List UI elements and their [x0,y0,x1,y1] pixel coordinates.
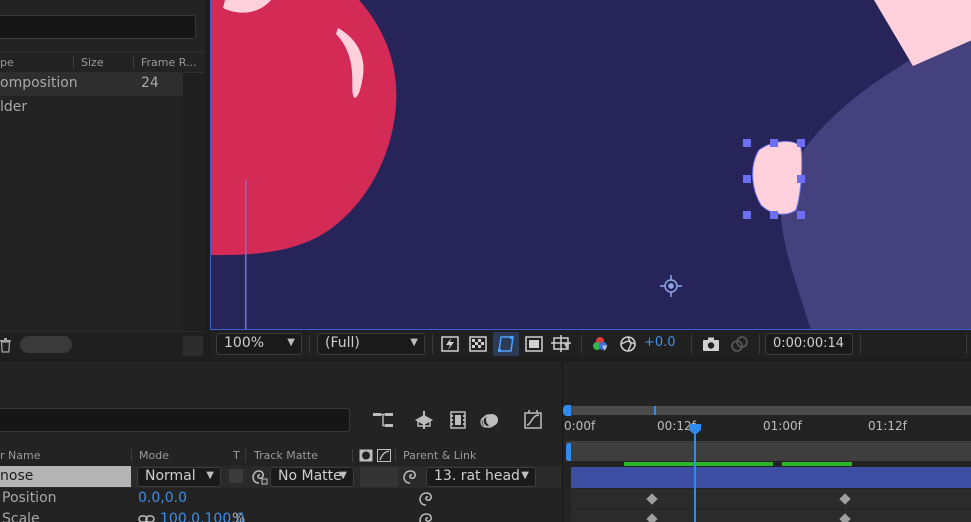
chevron-down-icon[interactable]: ▼ [602,344,607,352]
time-ruler[interactable]: 0:00f 00:12f 01:00f 01:12f [564,417,971,439]
alpha-matte-icon[interactable] [359,449,373,462]
chevron-down-icon: ▼ [339,470,347,481]
nose-shape [752,141,803,215]
preserve-transparency-checkbox[interactable] [229,469,243,483]
project-item[interactable]: lder [0,97,183,120]
frame-blending-icon[interactable] [447,410,469,430]
resolution-value: (Full) [325,335,360,351]
track-matte-pickwhip-icon[interactable] [250,468,268,485]
exposure-value[interactable]: +0.0 [644,335,676,350]
project-item-name: omposition [0,75,78,91]
project-scroll-corner [183,336,203,356]
matte-invert-icon[interactable] [377,449,391,462]
layer-duration-bar[interactable] [571,467,971,488]
current-time-indicator-line[interactable] [694,432,696,522]
layer-name-cell[interactable]: nose [0,466,131,487]
track-matte-value: No Matte [278,468,342,484]
ruler-label: 01:00f [763,419,802,433]
current-time-display[interactable]: 0:00:00:14 [765,333,853,355]
composition-flowchart-icon[interactable] [372,410,394,430]
parent-pickwhip-icon[interactable] [402,469,418,485]
motion-blur-icon[interactable] [480,410,502,430]
cache-indicator [624,462,773,466]
parent-value: 13. rat head [434,468,520,484]
cache-indicator [782,462,852,466]
project-horizontal-scrollbar[interactable] [20,336,72,353]
chevron-down-icon: ▼ [287,337,295,348]
chevron-down-icon: ▼ [206,470,214,481]
constrain-proportions-link-icon[interactable] [138,513,156,522]
blend-mode-value: Normal [145,468,196,484]
project-column-header: pe Size Frame R... [0,52,205,73]
work-area-marker [654,406,656,415]
transparency-grid-icon[interactable] [468,334,488,354]
column-size[interactable]: Size [81,56,104,69]
draft-3d-icon[interactable] [413,410,435,430]
column-mode[interactable]: Mode [139,449,169,462]
chevron-down-icon: ▼ [521,470,529,481]
property-row-scale[interactable]: Scale 100.0,100.0 % [0,510,562,522]
property-name: Position [2,490,57,506]
ruler-label: 01:12f [868,419,907,433]
render-bar [566,441,971,461]
project-item-frame-rate: 24 [141,75,159,91]
viewer-toolbar: 100% ▼ (Full) ▼ ▼ ▼ +0.0 0:00:00:14 [210,330,971,358]
work-area-bar[interactable] [566,406,971,415]
property-pickwhip-icon[interactable] [418,491,434,507]
scale-keyframe-track[interactable] [571,510,971,522]
resolution-dropdown[interactable]: (Full) ▼ [317,333,425,355]
matte-toggle-cell[interactable] [360,467,398,487]
timeline-column-header: r Name Mode T Track Matte Parent & Link [0,446,562,466]
chevron-down-icon[interactable]: ▼ [564,342,569,350]
position-value[interactable]: 0.0,0.0 [138,490,187,506]
composition-start-marker [566,443,571,461]
current-time-indicator-icon[interactable] [688,423,702,436]
work-area-start-handle[interactable] [563,405,571,416]
fast-preview-icon[interactable] [440,334,460,354]
mask-path-visibility-icon[interactable] [496,334,516,354]
region-of-interest-icon[interactable] [524,334,544,354]
camera-snapshot-icon[interactable] [701,334,721,354]
project-item-name: lder [0,99,28,115]
current-timecode: 0:00:00:14 [773,336,845,351]
column-t[interactable]: T [233,449,240,462]
track-matte-dropdown[interactable]: No Matte ▼ [270,467,354,487]
composition-artwork [211,0,971,329]
project-scrollbar-track[interactable] [183,73,205,331]
trash-icon[interactable] [0,337,12,353]
zoom-dropdown[interactable]: 100% ▼ [216,333,302,355]
reset-exposure-icon[interactable] [618,334,638,354]
column-parent-link[interactable]: Parent & Link [403,449,476,462]
position-keyframe-track[interactable] [571,489,971,509]
property-pickwhip-icon[interactable] [418,512,434,522]
parent-dropdown[interactable]: 13. rat head ▼ [426,467,536,487]
property-name: Scale [2,511,40,522]
column-track-matte[interactable]: Track Matte [254,449,318,462]
project-search-input[interactable] [0,15,196,39]
zoom-value: 100% [224,335,265,351]
graph-editor-icon[interactable] [522,409,544,431]
project-item[interactable]: omposition 24 [0,73,183,96]
timeline-search-input[interactable] [0,408,350,432]
column-layer-name[interactable]: r Name [0,449,40,462]
property-row-position[interactable]: Position 0.0,0.0 [0,489,562,510]
show-snapshot-icon[interactable] [729,334,749,354]
layer-name: nose [0,468,34,484]
scale-unit: % [232,511,246,522]
composition-canvas[interactable] [210,0,971,330]
chevron-down-icon: ▼ [410,337,418,348]
blend-mode-dropdown[interactable]: Normal ▼ [137,467,221,487]
column-frame-rate[interactable]: Frame R... [141,56,197,69]
column-type[interactable]: pe [0,56,14,69]
ruler-label: 0:00f [564,419,596,433]
